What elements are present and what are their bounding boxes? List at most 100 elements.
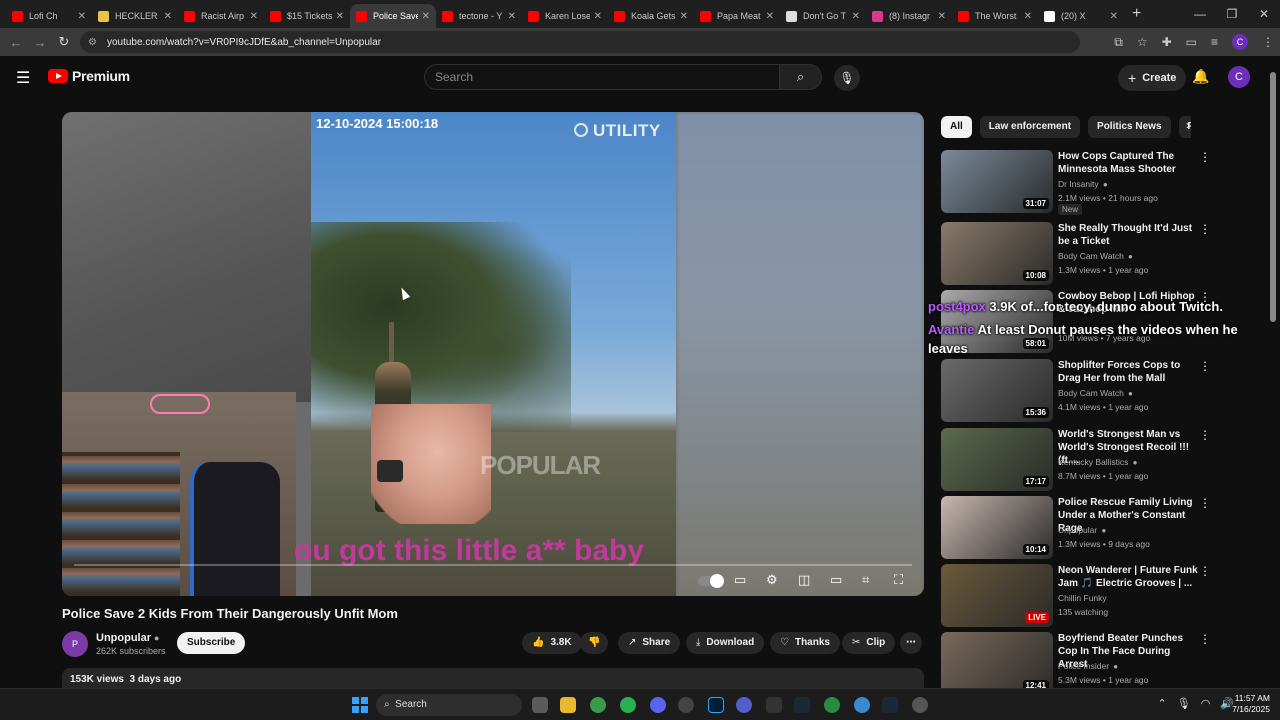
tab-close-icon[interactable]: ✕ <box>594 11 602 22</box>
chevron-up-icon[interactable]: ⌃ <box>1158 697 1167 710</box>
chrome-profile-icon[interactable] <box>824 697 840 713</box>
more-options-icon[interactable]: ⋮ <box>1199 222 1211 236</box>
install-icon[interactable]: ⧉ <box>1114 35 1123 50</box>
recommendation-channel[interactable]: Dr Insanity ● <box>1058 179 1108 189</box>
new-tab-button[interactable]: + <box>1132 5 1141 23</box>
chrome-icon[interactable] <box>590 697 606 713</box>
close-icon[interactable]: ✕ <box>1248 0 1280 28</box>
more-options-icon[interactable]: ⋮ <box>1199 496 1211 510</box>
tab-close-icon[interactable]: ✕ <box>680 11 688 22</box>
more-options-icon[interactable]: ⋮ <box>1199 359 1211 373</box>
recommendation-item[interactable]: 10:08 She Really Thought It'd Just be a T… <box>941 222 1213 288</box>
recommendation-channel[interactable]: Body Cam Watch ● <box>1058 388 1133 398</box>
mic-tray-icon[interactable]: 🎙 <box>1177 697 1191 710</box>
steam-alt-icon[interactable] <box>882 697 898 713</box>
tab-close-icon[interactable]: ✕ <box>422 11 430 22</box>
recommendation-item[interactable]: 17:17 World's Strongest Man vs World's St… <box>941 428 1213 494</box>
video-thumbnail[interactable]: 15:36 <box>941 359 1053 422</box>
wifi-icon[interactable]: ◠ <box>1201 697 1211 710</box>
reload-icon[interactable]: ↻ <box>52 34 76 50</box>
youtube-logo[interactable]: Premium <box>48 68 130 84</box>
subscribe-button[interactable]: Subscribe <box>177 632 246 654</box>
share-button[interactable]: ↗ Share <box>618 632 681 654</box>
tab-close-icon[interactable]: ✕ <box>852 11 860 22</box>
captions-icon[interactable]: ▭ <box>734 572 746 588</box>
recommendation-title[interactable]: Shoplifter Forces Cops to Drag Her from … <box>1058 359 1198 385</box>
clip-button[interactable]: ✂ Clip <box>842 632 896 654</box>
search-button[interactable]: ⌕ <box>780 64 822 90</box>
miniplayer-icon[interactable]: ◫ <box>798 572 810 588</box>
browser-tab[interactable]: Koala Gets ✕ <box>608 4 694 28</box>
filter-chip[interactable]: All <box>941 116 972 138</box>
tab-close-icon[interactable]: ✕ <box>508 11 516 22</box>
tab-close-icon[interactable]: ✕ <box>938 11 946 22</box>
browser-tab[interactable]: $15 Tickets ✕ <box>264 4 350 28</box>
maximize-icon[interactable]: ❐ <box>1216 0 1248 28</box>
recommendation-channel[interactable]: Chillin Funky <box>1058 593 1107 603</box>
browser-tab[interactable]: tectone - Y ✕ <box>436 4 522 28</box>
recommendation-title[interactable]: She Really Thought It'd Just be a Ticket <box>1058 222 1198 248</box>
minimize-icon[interactable]: — <box>1184 0 1216 28</box>
autoplay-toggle[interactable] <box>698 574 724 588</box>
browser-tab[interactable]: (8) Instagr ✕ <box>866 4 952 28</box>
recommendation-item[interactable]: LIVE Neon Wanderer | Future Funk Jam 🎵 El… <box>941 564 1213 630</box>
vpn-icon[interactable] <box>736 697 752 713</box>
browser-tab[interactable]: (20) X ✕ <box>1038 4 1124 28</box>
like-button[interactable]: 👍 3.8K <box>522 632 582 654</box>
more-actions-button[interactable]: ⋯ <box>900 632 922 654</box>
video-thumbnail[interactable]: 12:41 <box>941 632 1053 695</box>
filter-chip[interactable]: Politics News <box>1088 116 1171 138</box>
site-info-icon[interactable]: ⚙ <box>88 37 97 48</box>
create-button[interactable]: + Create <box>1118 65 1187 91</box>
more-options-icon[interactable]: ⋮ <box>1199 428 1211 442</box>
bookmark-star-icon[interactable]: ☆ <box>1137 35 1148 49</box>
video-thumbnail[interactable]: 10:08 <box>941 222 1053 285</box>
more-options-icon[interactable]: ⋮ <box>1199 632 1211 646</box>
tab-close-icon[interactable]: ✕ <box>1024 11 1032 22</box>
browser-tab[interactable]: Don't Go T ✕ <box>780 4 866 28</box>
tab-close-icon[interactable]: ✕ <box>250 11 258 22</box>
thanks-button[interactable]: ♡ Thanks <box>770 632 840 654</box>
more-options-icon[interactable]: ⋮ <box>1199 150 1211 164</box>
recommendation-channel[interactable]: Police Insider ● <box>1058 661 1118 671</box>
tab-close-icon[interactable]: ✕ <box>766 11 774 22</box>
recommendation-item[interactable]: 31:07 How Cops Captured The Minnesota Mas… <box>941 150 1213 216</box>
progress-bar[interactable] <box>74 564 912 566</box>
user-avatar[interactable]: C <box>1228 66 1250 88</box>
windows-start-icon[interactable] <box>352 697 368 713</box>
browser-tab[interactable]: Racist Airp ✕ <box>178 4 264 28</box>
browser-tab[interactable]: The Worst ✕ <box>952 4 1038 28</box>
back-icon[interactable]: ← <box>4 35 28 50</box>
tab-close-icon[interactable]: ✕ <box>164 11 172 22</box>
task-view-icon[interactable] <box>532 697 548 713</box>
split-view-icon[interactable]: ▭ <box>1186 35 1197 49</box>
notifications-bell-icon[interactable]: 🔔 <box>1192 68 1209 85</box>
download-button[interactable]: ⤓ Download <box>686 632 765 654</box>
whatsapp-icon[interactable] <box>620 697 636 713</box>
chrome-alt-icon[interactable] <box>854 697 870 713</box>
dislike-button[interactable]: 👎 <box>580 632 609 654</box>
tab-close-icon[interactable]: ✕ <box>78 11 86 22</box>
tab-close-icon[interactable]: ✕ <box>336 11 344 22</box>
video-thumbnail[interactable]: LIVE <box>941 564 1053 627</box>
browser-tab[interactable]: Papa Meat ✕ <box>694 4 780 28</box>
taskbar-search[interactable]: ⌕ Search <box>376 694 522 716</box>
address-bar[interactable]: ⚙ youtube.com/watch?v=VR0PI9cJDfE&ab_cha… <box>80 31 1080 53</box>
video-thumbnail[interactable]: 31:07 <box>941 150 1053 213</box>
settings-gear-icon[interactable]: ⚙ <box>766 572 778 588</box>
browser-tab[interactable]: Police Save ✕ <box>350 4 436 28</box>
video-player[interactable]: 12-10-2024 15:00:18 UTILITY POPULAR ou g… <box>62 112 924 596</box>
voice-search-button[interactable]: 🎙 <box>834 65 860 91</box>
recommendation-channel[interactable]: Unpopular ● <box>1058 525 1106 535</box>
chevron-right-icon[interactable]: › <box>1186 118 1190 132</box>
clock[interactable]: 11:57 AM 7/16/2025 <box>1232 693 1270 715</box>
recommendation-channel[interactable]: Kentucky Ballistics ● <box>1058 457 1137 467</box>
channel-name-row[interactable]: Unpopular ● <box>96 632 159 644</box>
browser-tab[interactable]: HECKLER ✕ <box>92 4 178 28</box>
search-input[interactable] <box>424 64 780 90</box>
extensions-icon[interactable]: ✚ <box>1162 35 1172 49</box>
clapper-icon[interactable] <box>766 697 782 713</box>
video-thumbnail[interactable]: 10:14 <box>941 496 1053 559</box>
fullscreen-icon[interactable]: ⛶ <box>894 572 903 588</box>
recommendation-item[interactable]: 10:14 Police Rescue Family Living Under a… <box>941 496 1213 562</box>
